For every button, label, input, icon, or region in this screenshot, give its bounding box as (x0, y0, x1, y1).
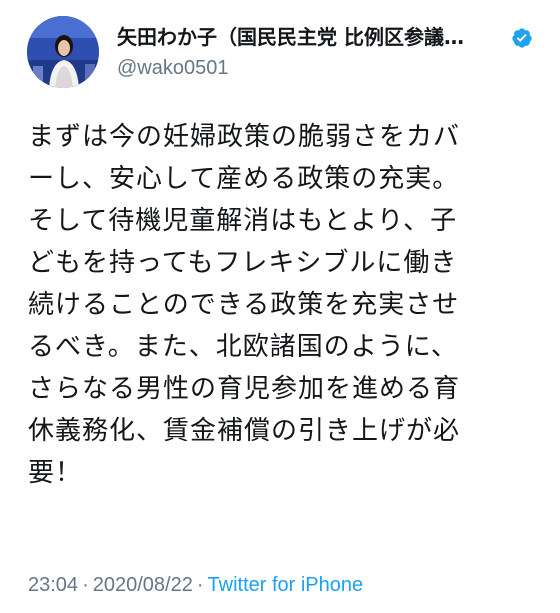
tweet-header: 矢田わか子（国民民主党 比例区参議… @wako0501 (27, 16, 537, 88)
tweet-text-line: どもを持ってもフレキシブルに働き (28, 248, 458, 278)
avatar[interactable] (27, 16, 99, 88)
tweet: 矢田わか子（国民民主党 比例区参議… @wako0501 まずは今の妊婦政策の脆… (0, 0, 560, 613)
meta-separator: · (196, 574, 204, 596)
tweet-text-line: 続けることのできる政策を充実させ (28, 290, 460, 320)
tweet-text-line: まずは今の妊婦政策の脆弱さをカバ (28, 122, 461, 152)
tweet-text: まずは今の妊婦政策の脆弱さをカバ ーし、安心して産める政策の充実。 そして待機児… (28, 116, 540, 494)
tweet-text-line: 休義務化、賃金補償の引き上げが必 (28, 416, 461, 446)
avatar-photo-icon (27, 16, 99, 88)
author-handle[interactable]: @wako0501 (117, 54, 537, 82)
tweet-time[interactable]: 23:04 (28, 574, 78, 596)
tweet-text-line: さらなる男性の育児参加を進める育 (28, 374, 461, 404)
tweet-date[interactable]: 2020/08/22 (93, 574, 193, 596)
author-block: 矢田わか子（国民民主党 比例区参議… @wako0501 (117, 22, 537, 82)
display-name[interactable]: 矢田わか子（国民民主党 比例区参議… (117, 22, 464, 52)
tweet-text-line: ーし、安心して産める政策の充実。 (28, 164, 460, 194)
tweet-text-line: 要！ (28, 458, 83, 488)
verified-badge-icon (512, 28, 532, 48)
tweet-source-link[interactable]: Twitter for iPhone (208, 574, 364, 596)
tweet-text-line: そして待機児童解消はもとより、子 (28, 206, 458, 236)
meta-separator: · (82, 574, 89, 596)
tweet-meta: 23:04 · 2020/08/22 · Twitter for iPhone (28, 571, 363, 599)
name-row: 矢田わか子（国民民主党 比例区参議… (117, 22, 537, 52)
tweet-text-line: るべき。また、北欧諸国のように、 (28, 332, 458, 362)
